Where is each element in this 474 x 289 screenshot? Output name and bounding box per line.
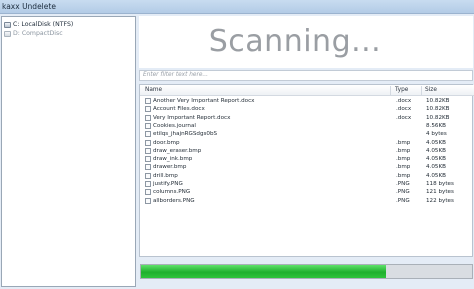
status-banner: Scanning... bbox=[139, 16, 473, 68]
disc-drive-icon bbox=[4, 30, 11, 37]
file-size: 122 bytes bbox=[426, 197, 454, 204]
scanning-status: Scanning... bbox=[208, 24, 382, 59]
file-size: 4.05KB bbox=[426, 172, 446, 179]
column-header-size[interactable]: Size bbox=[425, 87, 437, 93]
file-size: 4.05KB bbox=[426, 164, 446, 171]
file-type: .docx bbox=[396, 106, 412, 113]
file-checkbox[interactable] bbox=[145, 147, 151, 154]
file-checkbox[interactable] bbox=[145, 139, 151, 146]
column-divider[interactable] bbox=[390, 86, 391, 95]
drive-item-d[interactable]: D: CompactDisc bbox=[4, 29, 63, 38]
file-type: .docx bbox=[396, 98, 412, 104]
file-size: 4 bytes bbox=[426, 131, 447, 138]
title-bar: kaxx Undelete bbox=[0, 0, 474, 14]
file-size: 10.82KB bbox=[426, 114, 450, 121]
file-size: 8.56KB bbox=[426, 122, 446, 129]
file-name: Very Important Report.docx bbox=[153, 114, 231, 121]
file-name: allborders.PNG bbox=[153, 197, 195, 204]
drive-item-c[interactable]: C: LocalDisk (NTFS) bbox=[4, 20, 73, 29]
file-type: .bmp bbox=[396, 172, 411, 179]
window-title: kaxx Undelete bbox=[2, 2, 56, 11]
file-checkbox[interactable] bbox=[145, 106, 151, 113]
file-type: .docx bbox=[396, 114, 412, 121]
file-size: 4.05KB bbox=[426, 156, 446, 163]
file-name: drawer.bmp bbox=[153, 164, 187, 171]
file-type: .bmp bbox=[396, 156, 411, 163]
column-header-name[interactable]: Name bbox=[145, 87, 162, 93]
hard-disk-icon bbox=[4, 21, 11, 28]
file-checkbox[interactable] bbox=[145, 114, 151, 121]
progress-fill bbox=[141, 265, 386, 278]
file-type: .PNG bbox=[396, 189, 410, 196]
column-header-type[interactable]: Type bbox=[395, 87, 408, 93]
file-checkbox[interactable] bbox=[145, 122, 151, 129]
file-checkbox[interactable] bbox=[145, 164, 151, 171]
file-type: .bmp bbox=[396, 147, 411, 154]
file-name: Account Files.docx bbox=[153, 106, 205, 113]
drive-label: C: LocalDisk (NTFS) bbox=[13, 21, 74, 28]
file-name: draw_ink.bmp bbox=[153, 156, 193, 163]
scan-progress-bar bbox=[140, 264, 473, 279]
file-name: columns.PNG bbox=[153, 189, 191, 196]
file-type: .bmp bbox=[396, 164, 411, 171]
file-name: justify.PNG bbox=[153, 181, 183, 187]
file-size: 121 bytes bbox=[426, 189, 454, 196]
file-list[interactable]: Name Type Size Another Very Important Re… bbox=[139, 84, 474, 257]
file-type: .bmp bbox=[396, 139, 411, 146]
drive-tree[interactable]: C: LocalDisk (NTFS) D: CompactDisc bbox=[1, 16, 136, 287]
file-name: Another Very Important Report.docx bbox=[153, 98, 255, 104]
file-name: etilqs_jhajnRGSdgs0bS bbox=[153, 131, 218, 138]
file-name: Cookies.journal bbox=[153, 122, 196, 129]
file-checkbox[interactable] bbox=[145, 131, 151, 138]
file-checkbox[interactable] bbox=[145, 98, 151, 104]
file-checkbox[interactable] bbox=[145, 197, 151, 204]
column-divider[interactable] bbox=[421, 86, 422, 95]
file-row[interactable]: allborders.PNG .PNG 122 bytes bbox=[140, 197, 474, 206]
file-type: .PNG bbox=[396, 181, 410, 187]
file-list-header: Name Type Size bbox=[140, 85, 474, 96]
file-size: 10.82KB bbox=[426, 106, 450, 113]
file-name: draw_eraser.bmp bbox=[153, 147, 202, 154]
file-size: 4.05KB bbox=[426, 139, 446, 146]
filter-input[interactable]: Enter filter text here... bbox=[139, 70, 473, 81]
file-checkbox[interactable] bbox=[145, 172, 151, 179]
file-name: door.bmp bbox=[153, 139, 180, 146]
file-checkbox[interactable] bbox=[145, 189, 151, 196]
file-checkbox[interactable] bbox=[145, 156, 151, 163]
file-name: drill.bmp bbox=[153, 172, 178, 179]
drive-label: D: CompactDisc bbox=[13, 30, 63, 37]
file-checkbox[interactable] bbox=[145, 181, 151, 187]
file-type: .PNG bbox=[396, 197, 410, 204]
file-size: 10.82KB bbox=[426, 98, 450, 104]
file-size: 118 bytes bbox=[426, 181, 454, 187]
file-size: 4.05KB bbox=[426, 147, 446, 154]
